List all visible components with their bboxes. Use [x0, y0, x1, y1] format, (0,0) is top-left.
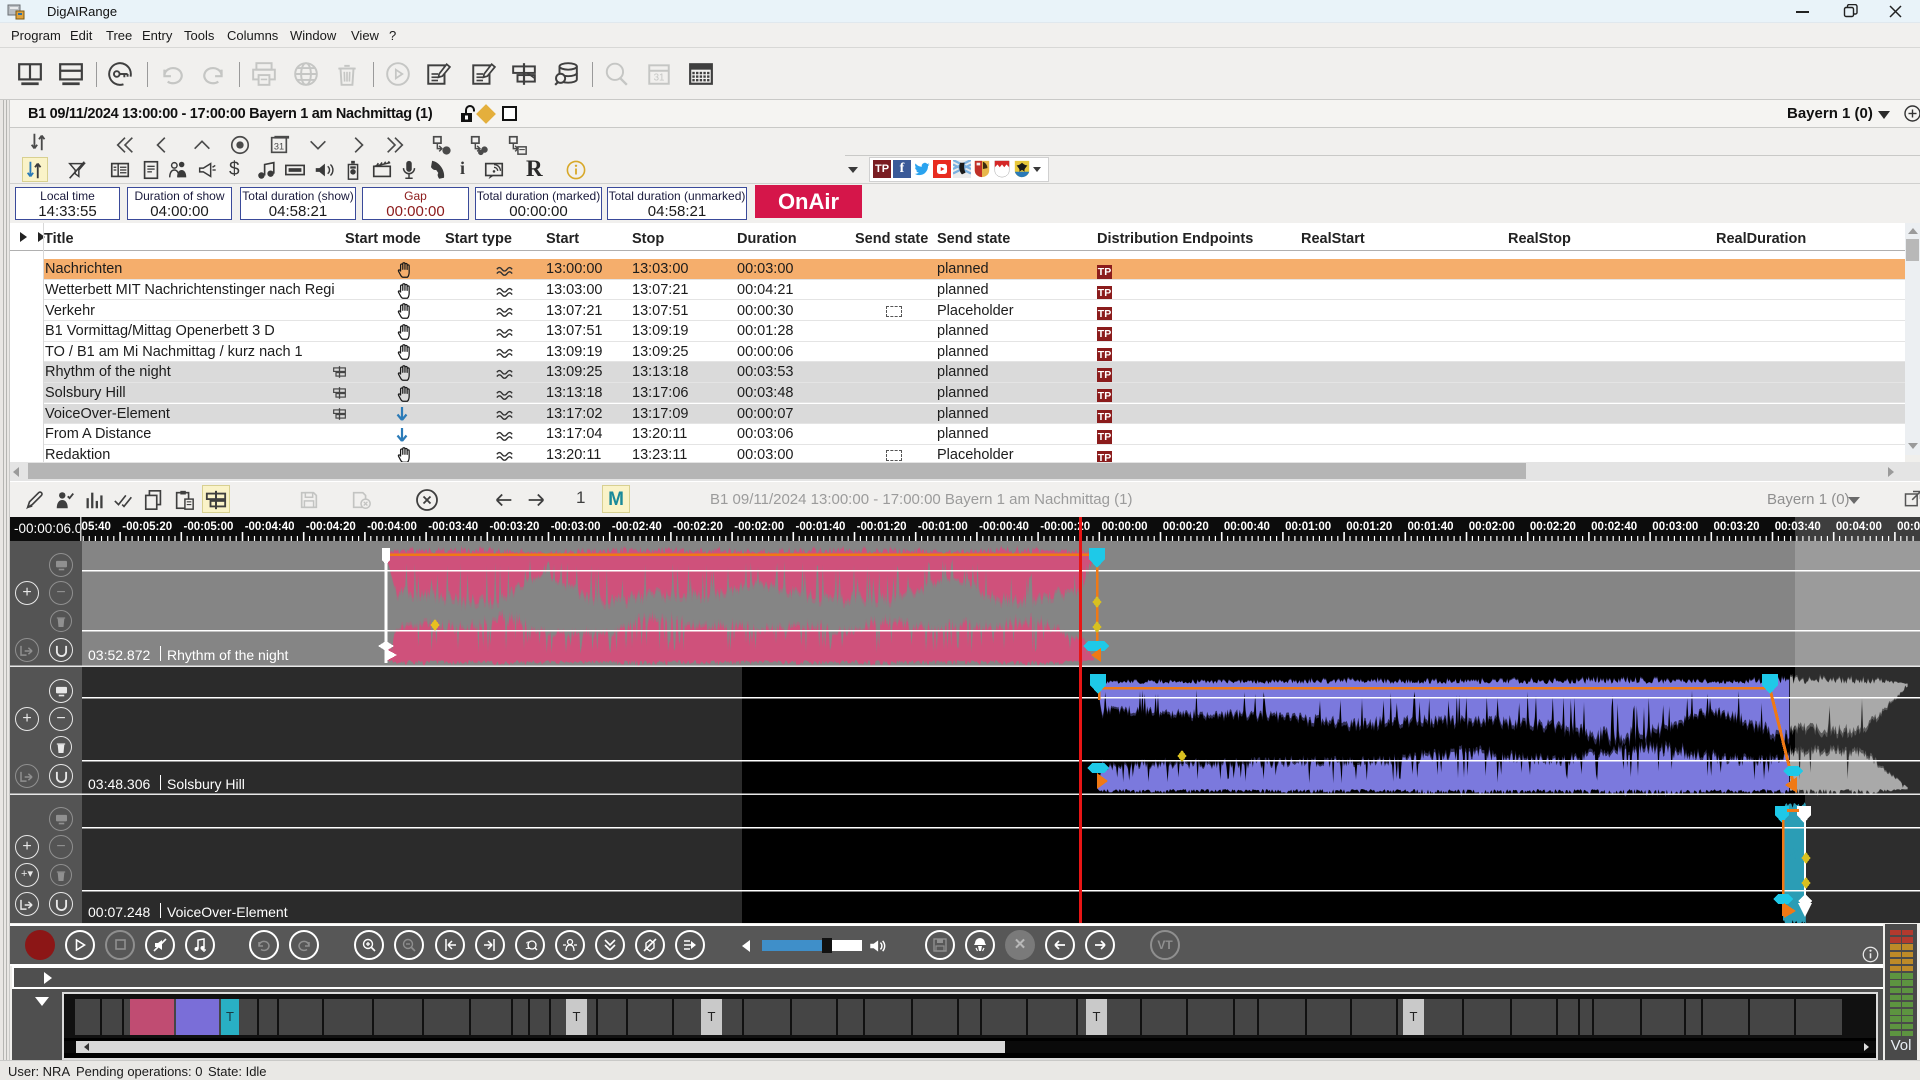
svg-text:00:03:40: 00:03:40: [1775, 521, 1821, 533]
svg-text:-00:00:06.0: -00:00:06.0: [14, 521, 82, 536]
svg-text:31: 31: [654, 73, 665, 84]
svg-text:00:04:00: 00:04:00: [1836, 521, 1882, 533]
svg-text:-00:00:20: -00:00:20: [1040, 521, 1090, 533]
svg-text:-00:02:20: -00:02:20: [673, 521, 723, 533]
svg-text:-00:01:20: -00:01:20: [857, 521, 907, 533]
svg-text:-00:04:20: -00:04:20: [306, 521, 356, 533]
svg-text:00:01:00: 00:01:00: [1285, 521, 1331, 533]
svg-text:-00:03:20: -00:03:20: [490, 521, 540, 533]
svg-text:-00:01:40: -00:01:40: [796, 521, 846, 533]
svg-text:-00:03:00: -00:03:00: [551, 521, 601, 533]
svg-text:-00:01:00: -00:01:00: [918, 521, 968, 533]
svg-text:-00:00:40: -00:00:40: [979, 521, 1029, 533]
svg-text:00:00:40: 00:00:40: [1224, 521, 1270, 533]
svg-text:00:01:40: 00:01:40: [1408, 521, 1454, 533]
svg-text:-00:04:40: -00:04:40: [245, 521, 295, 533]
svg-text:00:03:00: 00:03:00: [1652, 521, 1698, 533]
svg-text:Solsbury Hill: Solsbury Hill: [167, 776, 245, 792]
svg-text:VoiceOver-Element: VoiceOver-Element: [167, 904, 288, 920]
svg-text:-00:03:40: -00:03:40: [428, 521, 478, 533]
svg-text:-00:04:00: -00:04:00: [367, 521, 417, 533]
svg-text:00:00:20: 00:00:20: [1163, 521, 1209, 533]
svg-text:-00:05:00: -00:05:00: [184, 521, 234, 533]
svg-text:00:00:00: 00:00:00: [1102, 521, 1148, 533]
svg-text:31: 31: [274, 142, 284, 152]
svg-text:Rhythm of the night: Rhythm of the night: [167, 647, 289, 663]
svg-text:03:48.306: 03:48.306: [88, 776, 150, 792]
svg-text:00:02:00: 00:02:00: [1469, 521, 1515, 533]
svg-text:03:52.872: 03:52.872: [88, 647, 150, 663]
svg-text:00:03:20: 00:03:20: [1714, 521, 1760, 533]
svg-text:00:02:20: 00:02:20: [1530, 521, 1576, 533]
svg-text:00:04:20: 00:04:20: [1897, 521, 1920, 533]
svg-text:-00:05:20: -00:05:20: [122, 521, 172, 533]
svg-text:00:02:40: 00:02:40: [1591, 521, 1637, 533]
svg-text:-00:02:00: -00:02:00: [734, 521, 784, 533]
svg-text:00:07.248: 00:07.248: [88, 904, 150, 920]
svg-text:00:01:20: 00:01:20: [1346, 521, 1392, 533]
svg-text:-00:02:40: -00:02:40: [612, 521, 662, 533]
